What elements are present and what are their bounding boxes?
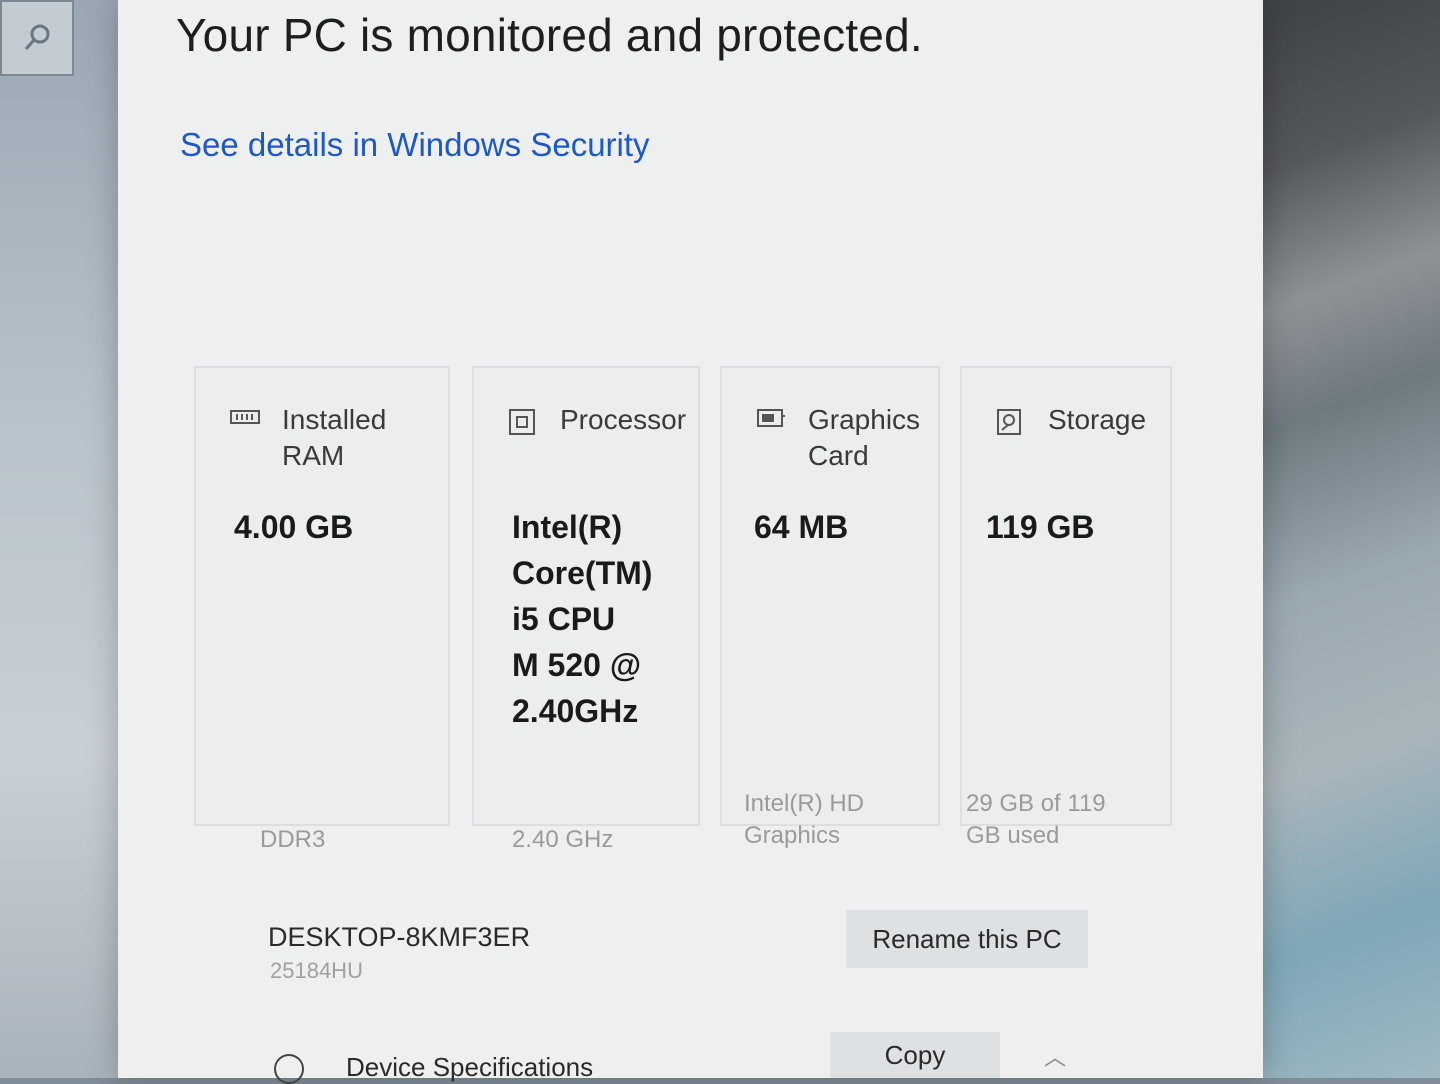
- copy-button[interactable]: Copy: [830, 1032, 1000, 1078]
- card-value: Intel(R) Core(TM) i5 CPU M 520 @ 2.40GHz: [512, 509, 653, 729]
- card-detail: 29 GB of 119 GB used: [966, 790, 1106, 849]
- card-detail: DDR3: [260, 826, 326, 853]
- info-icon: [274, 1054, 304, 1084]
- processor-icon: [508, 408, 538, 435]
- card-value: 64 MB: [754, 509, 849, 545]
- graphics-card-icon: [756, 408, 786, 432]
- windows-security-link[interactable]: See details in Windows Security: [180, 126, 650, 164]
- card-installed-ram: Installed RAM 4.00 GB DDR3: [194, 366, 450, 853]
- chevron-up-icon[interactable]: ︿: [1044, 1040, 1066, 1072]
- card-title: Storage: [1048, 404, 1147, 435]
- page-title: Your PC is monitored and protected.: [176, 9, 923, 61]
- card-processor: Processor Intel(R) Core(TM) i5 CPU M 520…: [472, 366, 700, 853]
- search-icon: [24, 24, 50, 50]
- card-storage: Storage 119 GB 29 GB of 119 GB used: [960, 366, 1172, 849]
- search-button[interactable]: [0, 0, 74, 76]
- card-title: Processor: [560, 404, 687, 435]
- ram-icon: [230, 408, 260, 432]
- about-window: Your PC is monitored and protected. See …: [118, 0, 1263, 1084]
- card-detail: Intel(R) HD Graphics: [744, 790, 865, 849]
- card-graphics: Graphics Card 64 MB Intel(R) HD Graphics: [720, 366, 940, 849]
- device-specifications-label[interactable]: Device Specifications: [346, 1052, 593, 1083]
- card-value: 4.00 GB: [234, 509, 354, 545]
- rename-pc-button[interactable]: Rename this PC: [846, 910, 1088, 968]
- card-value: 119 GB: [986, 509, 1095, 545]
- storage-icon: [996, 408, 1026, 435]
- device-name: DESKTOP-8KMF3ER: [268, 922, 531, 952]
- card-title: Installed RAM: [282, 404, 387, 471]
- device-product-id: 25184HU: [270, 958, 363, 983]
- card-detail: 2.40 GHz: [512, 826, 614, 853]
- card-title: Graphics Card: [808, 404, 921, 471]
